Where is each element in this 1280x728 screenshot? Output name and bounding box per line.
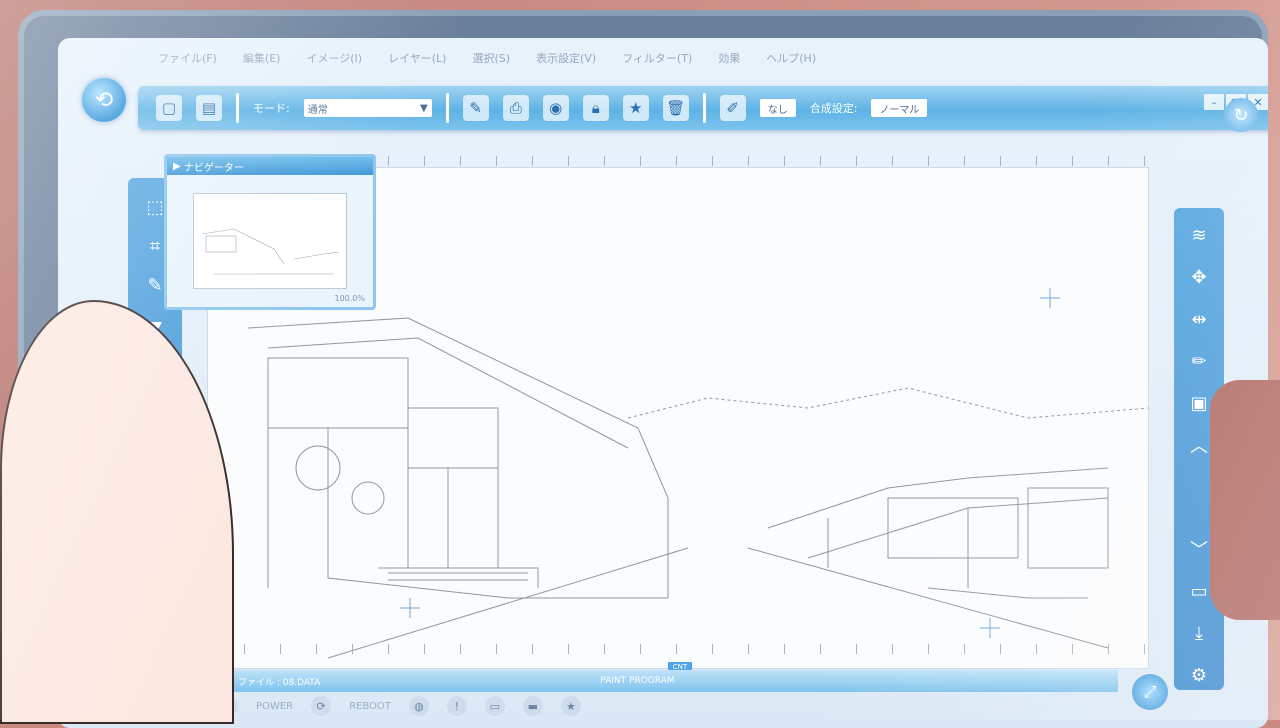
blend-label: 合成設定: xyxy=(809,102,858,115)
menu-bar: ファイル(F) 編集(E) イメージ(I) レイヤー(L) 選択(S) 表示設定… xyxy=(158,50,816,76)
toolbar-divider xyxy=(236,93,239,123)
user-arm xyxy=(1210,380,1280,620)
menu-help[interactable]: ヘルプ(H) xyxy=(766,50,816,76)
system-bar: ⏻ POWER ⟳ REBOOT ◍ ! ▭ ▬ ★ xyxy=(218,694,1118,718)
app-screen: ファイル(F) 編集(E) イメージ(I) レイヤー(L) 選択(S) 表示設定… xyxy=(58,38,1268,728)
menu-image[interactable]: イメージ(I) xyxy=(306,50,362,76)
chat-icon[interactable]: ▬ xyxy=(522,696,543,716)
reboot-label[interactable]: REBOOT xyxy=(349,701,391,712)
navigator-title-text: ナビゲーター xyxy=(183,162,244,174)
globe-icon[interactable]: ◍ xyxy=(408,696,429,716)
info-icon[interactable]: ! xyxy=(446,696,467,716)
power-label[interactable]: POWER xyxy=(256,701,293,712)
menu-filter[interactable]: フィルター(T) xyxy=(622,50,692,76)
toolbar-divider xyxy=(445,93,449,123)
file-status: ファイル : 08.DATA xyxy=(238,677,321,688)
print-icon[interactable]: ⎙ xyxy=(502,95,529,121)
window-icon[interactable]: ▭ xyxy=(484,696,505,716)
edit-icon[interactable]: ✎ xyxy=(462,95,489,121)
new-canvas-icon[interactable]: ▢ xyxy=(156,95,182,121)
menu-select[interactable]: 選択(S) xyxy=(472,50,510,76)
blend-select[interactable]: ノーマル xyxy=(871,99,928,117)
download-icon[interactable]: ⤓ xyxy=(1184,618,1214,648)
star-icon[interactable]: ★ xyxy=(622,95,649,121)
play-icon[interactable]: ▶ xyxy=(173,161,184,172)
minimize-icon[interactable]: – xyxy=(1204,94,1224,110)
reboot-icon[interactable]: ⟳ xyxy=(311,696,332,716)
app-name: PAINT PROGRAM xyxy=(600,676,675,686)
mode-label: モード: xyxy=(253,102,290,115)
toolbar-divider xyxy=(702,93,706,123)
navigator-panel[interactable]: ▶ ナビゲーター 100.0% xyxy=(164,154,376,310)
mode-value: 通常 xyxy=(307,104,328,116)
menu-layer[interactable]: レイヤー(L) xyxy=(388,50,446,76)
star-icon[interactable]: ★ xyxy=(560,696,581,716)
status-bar: ファイル : 08.DATA PAINT PROGRAM xyxy=(198,670,1118,692)
pencil-icon[interactable]: ✏ xyxy=(1184,346,1214,376)
menu-file[interactable]: ファイル(F) xyxy=(158,50,217,76)
navigator-title: ▶ ナビゲーター xyxy=(167,157,373,175)
bottom-ruler xyxy=(208,644,1148,654)
thumbnail-sketch xyxy=(201,228,340,275)
pen-pressure-icon[interactable]: ✐ xyxy=(719,95,746,121)
navigator-zoom: 100.0% xyxy=(334,294,365,303)
open-file-icon[interactable]: ▤ xyxy=(196,95,222,121)
mode-dropdown[interactable]: 通常 ▼ xyxy=(303,99,432,117)
camera-icon[interactable]: ◉ xyxy=(542,95,569,121)
move-arrows-icon[interactable]: ✥ xyxy=(1184,262,1214,292)
option-field[interactable]: なし xyxy=(759,99,796,117)
app-logo-icon[interactable]: ⟲ xyxy=(82,78,126,122)
menu-effect[interactable]: 効果 xyxy=(718,50,740,76)
settings-gear-icon[interactable]: ⚙ xyxy=(1184,660,1214,690)
trash-icon[interactable]: 🗑︎ xyxy=(662,95,689,121)
menu-edit[interactable]: 編集(E) xyxy=(243,50,281,76)
main-toolbar: ▢ ▤ モード: 通常 ▼ ✎ ⎙ ◉ 🔒︎ ★ 🗑︎ ✐ なし 合成設定: ノ… xyxy=(138,86,1268,130)
refresh-icon[interactable]: ↻ xyxy=(1224,98,1258,132)
lock-icon[interactable]: 🔒︎ xyxy=(582,95,609,121)
menu-view[interactable]: 表示設定(V) xyxy=(536,50,596,76)
layers-icon[interactable]: ≋ xyxy=(1184,220,1214,250)
flip-icon[interactable]: ⇹ xyxy=(1184,304,1214,334)
chevron-down-icon: ▼ xyxy=(420,102,428,114)
navigator-thumbnail[interactable] xyxy=(193,193,347,289)
fullscreen-icon[interactable]: ⤢ xyxy=(1132,674,1168,710)
